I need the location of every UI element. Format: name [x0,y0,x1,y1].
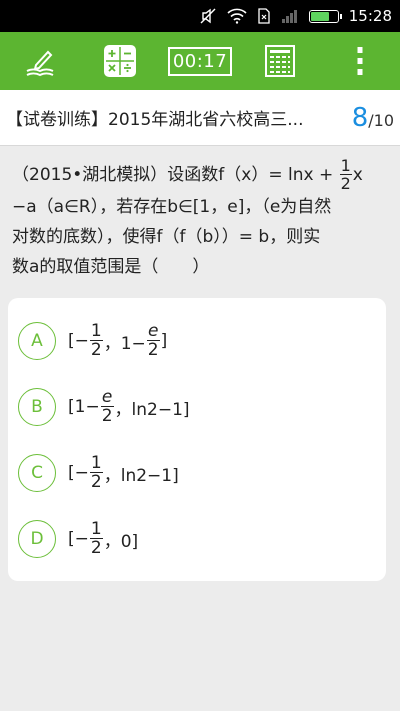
fraction: 12 [89,321,103,360]
option-d[interactable]: D [− 12 ，0] [18,506,376,572]
option-text-part: ，0] [103,531,139,552]
option-letter-badge: A [18,322,56,360]
option-text: [− 12 ，ln2−1] [68,455,179,491]
option-text-part: ，ln2−1] [114,399,190,420]
option-text-part: [− [68,529,89,549]
question-text: （2015•湖北模拟）设函数f（x）= lnx + [12,165,334,185]
answer-sheet-button[interactable] [250,37,310,85]
fraction: 12 [89,453,103,492]
battery-icon [308,9,342,23]
calculator-button[interactable] [90,37,150,85]
pencil-book-icon [26,50,54,77]
option-text: [− 12 ，1− e2 ] [68,323,167,359]
question-line-4: 数a的取值范围是（ ） [12,257,210,277]
fraction: e2 [146,321,160,360]
option-text: [− 12 ，0] [68,521,138,557]
timer-button[interactable]: 00:17 [167,37,233,85]
numerator: 1 [90,519,102,539]
option-text-part: [− [68,463,89,483]
option-text-part: [− [68,331,89,351]
option-c[interactable]: C [− 12 ，ln2−1] [18,440,376,506]
option-text-part: ] [160,331,168,351]
option-letter-badge: D [18,520,56,558]
timer-display: 00:17 [167,46,233,76]
status-bar: 15:28 [0,0,400,32]
option-text: [1− e2 ，ln2−1] [68,389,190,425]
page-indicator: 8/10 [352,103,394,133]
status-time: 15:28 [348,7,392,25]
denominator: 2 [100,406,114,426]
option-text-part: [1− [68,397,100,417]
question-header: 【试卷训练】2015年湖北省六校高三... 8/10 [0,90,400,146]
denominator: 2 [146,340,160,360]
more-vert-icon [357,47,363,75]
fraction: e2 [100,387,114,426]
page-current: 8 [351,102,369,133]
option-b[interactable]: B [1− e2 ，ln2−1] [18,374,376,440]
draft-button[interactable] [10,37,70,85]
numerator: e [101,387,113,407]
question-line-3: 对数的底数），使得f（f（b））= b，则实 [12,227,321,247]
question-stem: （2015•湖北模拟）设函数f（x）= lnx + 12x −a（a∈R），若存… [0,146,400,282]
numerator: 1 [90,321,102,341]
question-text: x [352,165,363,185]
fraction: 12 [89,519,103,558]
paper-title: 【试卷训练】2015年湖北省六校高三... [6,110,304,130]
denominator: 2 [89,538,103,558]
toolbar: 00:17 [0,32,400,90]
more-menu-button[interactable] [330,37,390,85]
question-line-2: −a（a∈R），若存在b∈[1，e]，（e为自然 [12,197,332,217]
answer-sheet-icon [265,45,295,77]
calculator-icon [104,45,136,77]
sim-icon [257,8,271,24]
option-letter-badge: B [18,388,56,426]
signal-icon [281,9,299,23]
wifi-icon [227,8,247,24]
denominator: 2 [89,472,103,492]
option-text-part: ，1− [103,333,146,354]
options-card: A [− 12 ，1− e2 ] B [1− e2 ，ln2−1] C [− 1… [8,298,386,581]
denominator: 2 [339,174,352,193]
fraction: 12 [339,156,352,193]
option-letter-badge: C [18,454,56,492]
page-total: /10 [368,110,394,130]
numerator: 1 [90,453,102,473]
mute-icon [199,7,217,25]
numerator: e [147,321,159,341]
numerator: 1 [340,156,351,175]
question-line-1: （2015•湖北模拟）设函数f（x）= lnx + 12x [12,152,388,192]
denominator: 2 [89,340,103,360]
option-a[interactable]: A [− 12 ，1− e2 ] [18,308,376,374]
option-text-part: ，ln2−1] [103,465,179,486]
